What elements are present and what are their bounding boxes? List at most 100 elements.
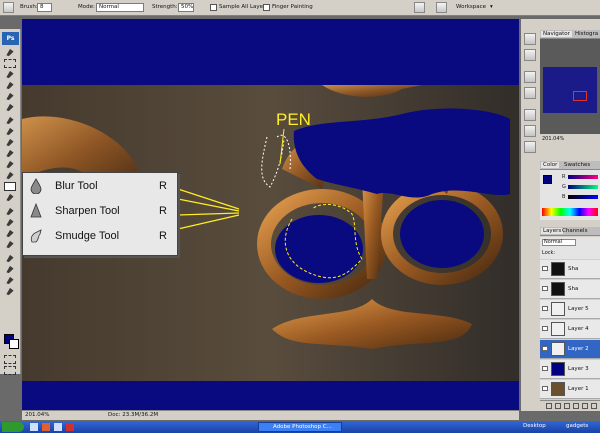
doc-size-readout[interactable]: Doc: 23.3M/36.2M <box>108 412 158 418</box>
blur-tool-label: Blur Tool <box>55 180 98 192</box>
visibility-toggle[interactable] <box>542 266 548 271</box>
brush-picker[interactable]: 8 <box>37 3 52 12</box>
tab-color[interactable]: Color <box>541 162 560 168</box>
layer-thumbnail <box>551 282 565 296</box>
new-group-icon[interactable] <box>573 403 579 409</box>
type-tool-icon[interactable] <box>6 218 14 227</box>
tool-presets-icon[interactable] <box>524 33 536 45</box>
visibility-toggle[interactable] <box>542 386 548 391</box>
mode-select[interactable]: Normal <box>96 3 144 12</box>
chevron-down-icon[interactable]: ▾ <box>490 4 493 10</box>
brush-label: Brush: <box>20 4 38 10</box>
layer-row[interactable]: Layer 5 <box>540 300 600 319</box>
marquee-tool-icon[interactable] <box>4 59 16 68</box>
visibility-toggle[interactable] <box>542 346 548 351</box>
clone-stamp-icon[interactable] <box>6 138 14 147</box>
pen-tool-icon[interactable] <box>6 229 14 238</box>
smudge-tool-icon[interactable] <box>4 182 16 191</box>
zoom-readout[interactable]: 201.04% <box>25 412 49 418</box>
red-slider[interactable] <box>568 175 598 179</box>
layer-row[interactable]: Layer 3 <box>540 360 600 379</box>
actions-icon[interactable] <box>524 109 536 121</box>
taskbar-photoshop-button[interactable]: Adobe Photoshop C... <box>258 422 342 432</box>
crop-tool-icon[interactable] <box>6 92 14 101</box>
healing-brush-icon[interactable] <box>6 116 14 125</box>
quick-launch-icon[interactable] <box>66 423 74 431</box>
zoom-tool-icon[interactable] <box>6 287 14 296</box>
green-slider[interactable] <box>568 185 598 189</box>
gradient-tool-icon[interactable] <box>6 171 14 180</box>
dodge-tool-icon[interactable] <box>6 193 14 202</box>
blend-mode-select[interactable]: Normal <box>542 239 576 246</box>
blue-slider[interactable] <box>568 195 598 199</box>
layer-row[interactable]: Sha <box>540 280 600 299</box>
tab-swatches[interactable]: Swatches <box>564 162 590 168</box>
tab-histogram[interactable]: Histogra <box>575 31 598 37</box>
strength-input[interactable]: 50% <box>178 3 194 12</box>
top-fill-band <box>22 19 519 85</box>
sample-all-layers-checkbox[interactable] <box>210 4 217 11</box>
new-layer-icon[interactable] <box>582 403 588 409</box>
layer-row-active[interactable]: Layer 2 <box>540 340 600 359</box>
info-icon[interactable] <box>524 71 536 83</box>
ps-logo[interactable]: Ps <box>2 32 19 45</box>
history-brush-icon[interactable] <box>6 149 14 158</box>
finger-painting-checkbox[interactable] <box>263 4 270 11</box>
visibility-toggle[interactable] <box>542 306 548 311</box>
palette-well-icon[interactable] <box>414 2 425 13</box>
character-icon[interactable] <box>524 141 536 153</box>
navigator-zoom[interactable]: 201.04% <box>542 136 564 142</box>
tab-layers[interactable]: Layers <box>541 228 564 234</box>
gadgets-tray[interactable]: gadgets <box>566 423 588 429</box>
background-color-swatch[interactable] <box>9 339 19 349</box>
screen-mode-icon[interactable] <box>4 366 16 375</box>
toning-tools-flyout: Blur Tool R Sharpen Tool R Smudge Tool R <box>22 172 178 256</box>
sample-all-layers-label: Sample All Layers <box>219 4 269 10</box>
desktop-toolbar[interactable]: Desktop <box>523 423 546 429</box>
history-icon[interactable] <box>524 87 536 99</box>
layer-row[interactable]: Sha <box>540 260 600 279</box>
color-ramp[interactable] <box>542 208 598 216</box>
visibility-toggle[interactable] <box>542 366 548 371</box>
layer-row[interactable]: Layer 4 <box>540 320 600 339</box>
blur-tool-item[interactable]: Blur Tool R <box>23 175 177 197</box>
eraser-tool-icon[interactable] <box>6 160 14 169</box>
toolbox: Ps <box>0 29 21 375</box>
layer-style-icon[interactable] <box>555 403 561 409</box>
tab-channels[interactable]: Channels <box>562 228 587 234</box>
paragraph-icon[interactable] <box>524 125 536 137</box>
layer-mask-icon[interactable] <box>564 403 570 409</box>
lasso-tool-icon[interactable] <box>6 70 14 79</box>
move-tool-icon[interactable] <box>6 48 14 57</box>
slice-tool-icon[interactable] <box>6 103 14 112</box>
brushes-panel-icon[interactable] <box>436 2 447 13</box>
eyedropper-icon[interactable] <box>6 265 14 274</box>
start-button[interactable] <box>2 422 24 432</box>
path-selection-icon[interactable] <box>6 207 14 216</box>
hand-tool-icon[interactable] <box>6 276 14 285</box>
link-layers-icon[interactable] <box>546 403 552 409</box>
visibility-toggle[interactable] <box>542 286 548 291</box>
sharpen-tool-item[interactable]: Sharpen Tool R <box>23 200 177 222</box>
workspace-menu[interactable]: Workspace <box>456 4 486 10</box>
color-fg-swatch[interactable] <box>543 175 552 184</box>
trash-icon[interactable] <box>591 403 597 409</box>
smudge-tool-preset-icon[interactable] <box>3 2 14 13</box>
brushes-icon[interactable] <box>524 49 536 61</box>
visibility-toggle[interactable] <box>542 326 548 331</box>
quick-launch-icon[interactable] <box>30 423 38 431</box>
tab-navigator[interactable]: Navigator <box>541 31 572 37</box>
magic-wand-icon[interactable] <box>6 81 14 90</box>
layer-row[interactable]: Layer 1 <box>540 380 600 399</box>
shape-tool-icon[interactable] <box>6 240 14 249</box>
notes-tool-icon[interactable] <box>6 254 14 263</box>
layer-thumbnail <box>551 302 565 316</box>
smudge-tool-item[interactable]: Smudge Tool R <box>23 225 177 247</box>
brush-tool-icon[interactable] <box>6 127 14 136</box>
quick-launch-icon[interactable] <box>42 423 50 431</box>
quick-launch-icon[interactable] <box>54 423 62 431</box>
navigator-thumbnail[interactable] <box>540 39 600 134</box>
sharpen-cone-icon <box>30 203 42 218</box>
finger-painting-label: Finger Painting <box>272 4 313 10</box>
quick-mask-icon[interactable] <box>4 355 16 364</box>
